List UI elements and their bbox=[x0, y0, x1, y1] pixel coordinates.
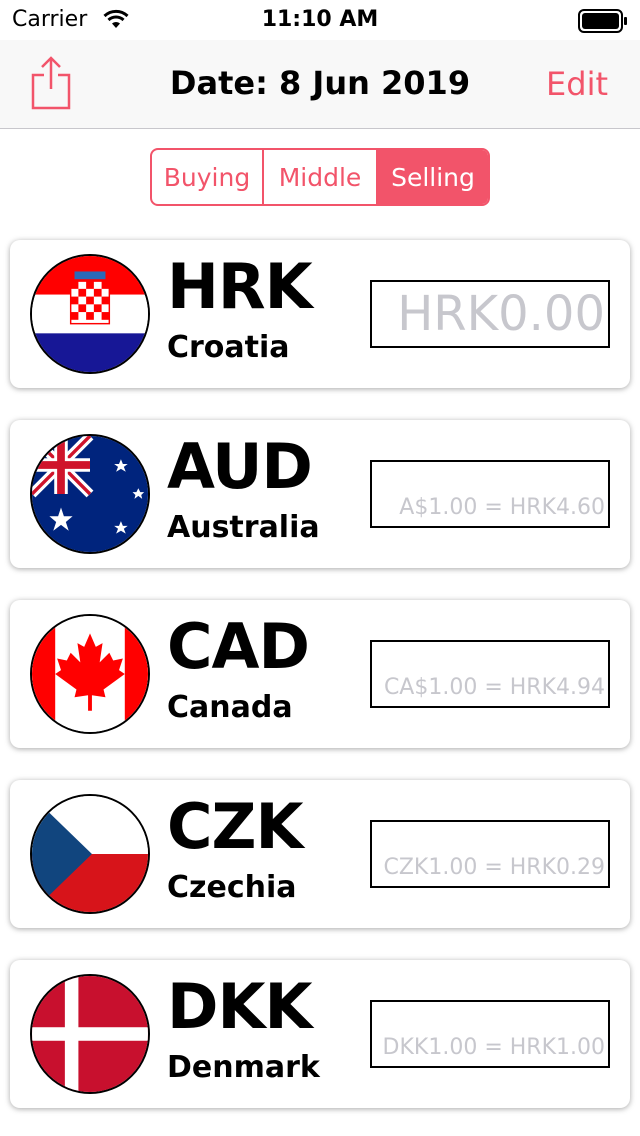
country-name: Czechia bbox=[167, 870, 297, 905]
segment-middle[interactable]: Middle bbox=[264, 150, 378, 204]
edit-button[interactable]: Edit bbox=[546, 65, 608, 103]
country-name: Denmark bbox=[167, 1050, 320, 1085]
currency-card-dkk[interactable]: DKK Denmark DKK1.00 = HRK1.00 bbox=[10, 960, 630, 1108]
amount-input[interactable]: DKK1.00 = HRK1.00 bbox=[370, 1000, 610, 1068]
currency-code: CAD bbox=[167, 610, 310, 683]
australia-flag-icon bbox=[30, 434, 150, 554]
amount-input[interactable]: CA$1.00 = HRK4.94 bbox=[370, 640, 610, 708]
amount-input[interactable]: A$1.00 = HRK4.60 bbox=[370, 460, 610, 528]
segment-selling[interactable]: Selling bbox=[378, 150, 488, 204]
denmark-flag-icon bbox=[30, 974, 150, 1094]
rate-type-segmented-control: Buying Middle Selling bbox=[150, 148, 490, 206]
amount-input[interactable]: CZK1.00 = HRK0.29 bbox=[370, 820, 610, 888]
currency-code: AUD bbox=[167, 430, 313, 503]
page-title: Date: 8 Jun 2019 bbox=[169, 64, 471, 102]
currency-code: DKK bbox=[167, 970, 313, 1043]
country-name: Canada bbox=[167, 690, 293, 725]
battery-icon bbox=[578, 9, 627, 33]
country-name: Australia bbox=[167, 510, 320, 545]
segment-buying[interactable]: Buying bbox=[152, 150, 264, 204]
status-bar: Carrier 11:10 AM bbox=[0, 0, 640, 40]
currency-code: CZK bbox=[167, 790, 304, 863]
status-time: 11:10 AM bbox=[261, 7, 379, 32]
currency-card-hrk[interactable]: HRK Croatia HRK0.00 bbox=[10, 240, 630, 388]
czechia-flag-icon bbox=[30, 794, 150, 914]
nav-bar: Date: 8 Jun 2019 Edit bbox=[0, 40, 640, 129]
currency-code: HRK bbox=[167, 250, 313, 323]
canada-flag-icon bbox=[30, 614, 150, 734]
currency-card-czk[interactable]: CZK Czechia CZK1.00 = HRK0.29 bbox=[10, 780, 630, 928]
currency-card-cad[interactable]: CAD Canada CA$1.00 = HRK4.94 bbox=[10, 600, 630, 748]
country-name: Croatia bbox=[167, 330, 290, 365]
amount-input[interactable]: HRK0.00 bbox=[370, 280, 610, 348]
croatia-flag-icon bbox=[30, 254, 150, 374]
currency-card-aud[interactable]: AUD Australia A$1.00 = HRK4.60 bbox=[10, 420, 630, 568]
